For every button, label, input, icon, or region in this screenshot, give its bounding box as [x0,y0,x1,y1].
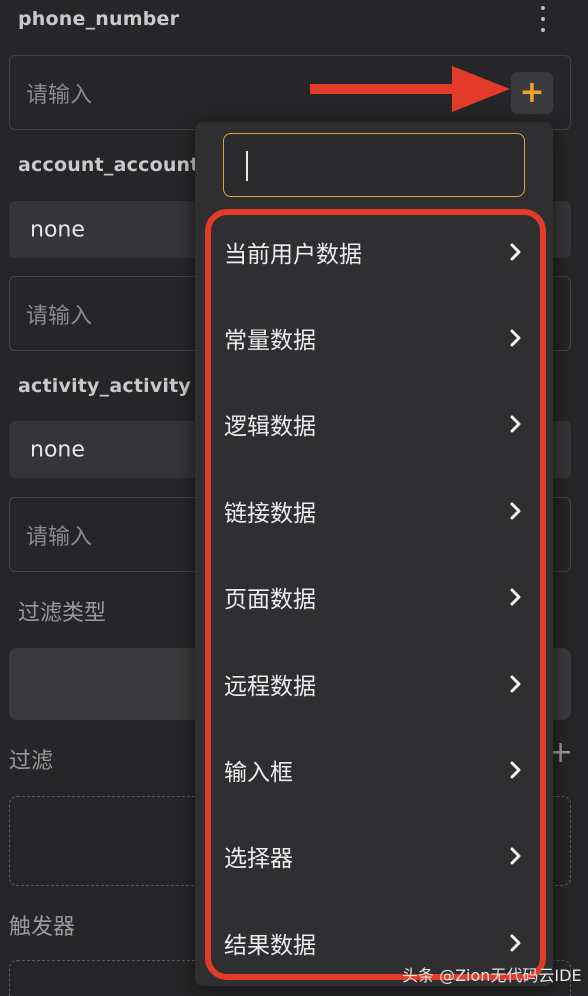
chevron-right-icon [506,933,526,953]
chevron-right-icon [506,242,526,262]
dropdown-item-selector[interactable]: 选择器 [224,830,526,882]
filter-type-label: 过滤类型 [18,601,107,626]
dropdown-item-remote-data[interactable]: 远程数据 [224,658,526,710]
dropdown-item-current-user-data[interactable]: 当前用户数据 [224,226,526,278]
chevron-right-icon [506,414,526,434]
phone-number-placeholder: 请输入 [26,82,93,108]
account-placeholder: 请输入 [26,303,93,329]
chevron-right-icon [506,760,526,780]
dropdown-item-page-data[interactable]: 页面数据 [224,571,526,623]
dropdown-item-label: 常量数据 [224,328,316,354]
chevron-right-icon [506,501,526,521]
activity-select-value: none [30,437,85,462]
dropdown-search-input[interactable] [223,133,525,197]
activity-placeholder: 请输入 [26,524,93,550]
dropdown-item-constant-data[interactable]: 常量数据 [224,312,526,364]
dropdown-item-label: 选择器 [224,846,293,872]
dropdown-item-label: 逻辑数据 [224,414,316,440]
data-source-dropdown: 当前用户数据 常量数据 逻辑数据 链接数据 页面数据 远程数据 输入框 选择器 … [195,122,553,986]
chevron-right-icon [506,674,526,694]
dropdown-item-label: 当前用户数据 [224,242,362,268]
dropdown-item-label: 远程数据 [224,674,316,700]
annotation-arrow-icon [310,66,510,112]
plus-icon: + [519,75,545,110]
dropdown-item-input-box[interactable]: 输入框 [224,744,526,796]
dropdown-item-label: 链接数据 [224,501,316,527]
dropdown-item-label: 结果数据 [224,933,316,959]
activity-label: activity_activity [18,375,191,397]
account-select-value: none [30,217,85,242]
chevron-right-icon [506,846,526,866]
add-data-button[interactable]: + [511,72,553,114]
more-options-icon[interactable] [536,4,550,34]
dropdown-item-label: 输入框 [224,760,293,786]
phone-number-label: phone_number [18,8,180,30]
dropdown-item-logic-data[interactable]: 逻辑数据 [224,398,526,450]
trigger-label: 触发器 [9,915,76,940]
dropdown-item-label: 页面数据 [224,587,316,613]
chevron-right-icon [506,587,526,607]
account-label: account_account [18,154,200,176]
dropdown-item-link-data[interactable]: 链接数据 [224,485,526,537]
chevron-right-icon [506,328,526,348]
filter-label: 过滤 [9,749,54,774]
watermark: 头条 @Zion无代码云IDE [402,966,582,985]
text-caret [246,151,248,181]
